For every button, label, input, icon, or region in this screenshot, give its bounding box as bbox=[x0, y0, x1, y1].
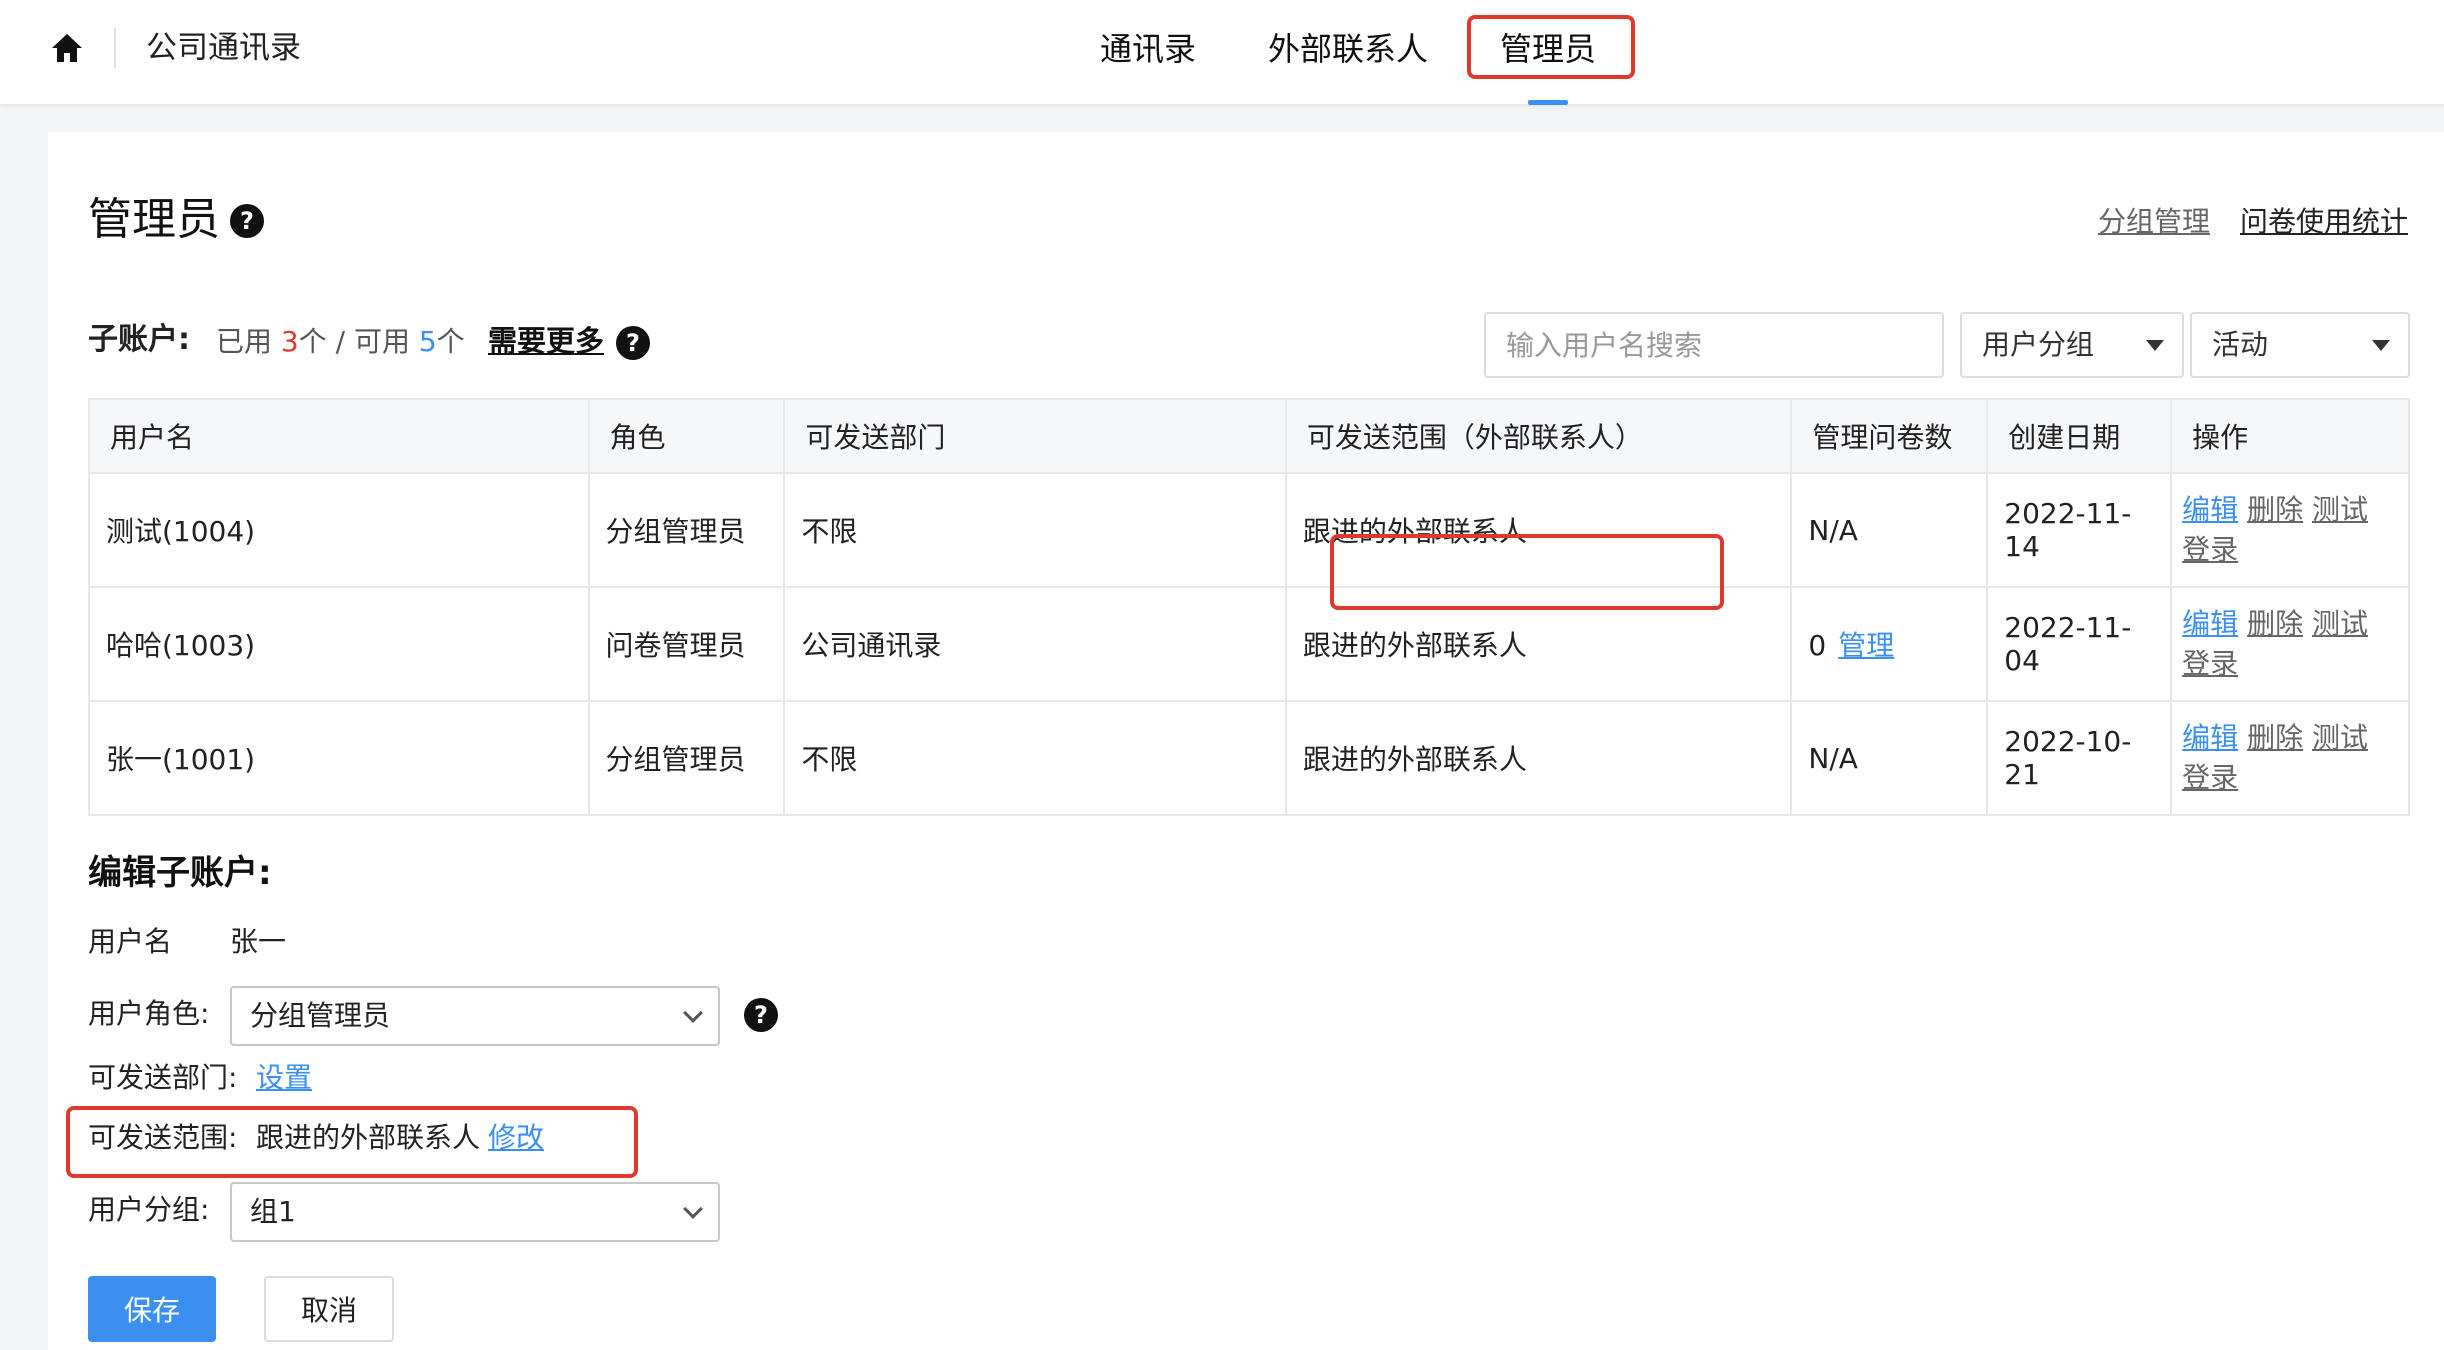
save-button[interactable]: 保存 bbox=[88, 1276, 216, 1342]
username-label: 用户名 bbox=[88, 925, 173, 958]
cell-survey-count: 0 管理 bbox=[1790, 586, 1989, 702]
cell-survey-count: N/A bbox=[1790, 472, 1989, 588]
cell-created-date: 2022-11-04 bbox=[1986, 586, 2173, 702]
column-header-created-date: 创建日期 bbox=[1986, 398, 2173, 474]
column-header-actions: 操作 bbox=[2170, 398, 2410, 474]
cell-actions: 编辑 删除 测试 登录 bbox=[2170, 586, 2410, 702]
table-header-row: 用户名 角色 可发送部门 可发送范围（外部联系人） 管理问卷数 创建日期 操作 bbox=[88, 398, 2410, 474]
cell-role: 分组管理员 bbox=[587, 700, 786, 816]
table-row: 测试(1004) 分组管理员 不限 跟进的外部联系人 N/A 2022-11-1… bbox=[88, 472, 2410, 588]
test-login-link[interactable]: 测试 bbox=[2312, 607, 2368, 640]
user-group-filter-value: 用户分组 bbox=[1982, 328, 2095, 361]
survey-count-value: N/A bbox=[1808, 513, 1858, 547]
chevron-down-icon bbox=[683, 1003, 703, 1023]
need-more-link[interactable]: 需要更多 bbox=[488, 322, 604, 360]
used-count: 3 bbox=[280, 325, 299, 358]
cell-scope: 跟进的外部联系人 bbox=[1284, 700, 1793, 816]
delete-link[interactable]: 删除 bbox=[2247, 721, 2303, 754]
user-group-select[interactable]: 组1 bbox=[230, 1182, 720, 1242]
subaccounts-usage: 已用 3个 / 可用 5个 bbox=[216, 324, 465, 360]
column-header-scope: 可发送范围（外部联系人） bbox=[1284, 398, 1793, 474]
subaccounts-label: 子账户: bbox=[88, 322, 190, 357]
username-value: 张一 bbox=[230, 925, 287, 958]
tab-external-contacts[interactable]: 外部联系人 bbox=[1268, 27, 1428, 71]
column-header-departments: 可发送部门 bbox=[783, 398, 1287, 474]
active-tab-indicator bbox=[1528, 100, 1568, 105]
test-login-link[interactable]: 测试 bbox=[2312, 493, 2368, 526]
column-header-username: 用户名 bbox=[88, 398, 590, 474]
survey-count-value: 0 bbox=[1808, 629, 1827, 662]
subaccounts-table: 用户名 角色 可发送部门 可发送范围（外部联系人） 管理问卷数 创建日期 操作 … bbox=[88, 398, 2410, 816]
usage-used-suffix: 个 / 可用 bbox=[298, 325, 419, 358]
cell-created-date: 2022-11-14 bbox=[1986, 472, 2173, 588]
table-row: 哈哈(1003) 问卷管理员 公司通讯录 跟进的外部联系人 0 管理 2022-1… bbox=[88, 586, 2410, 702]
test-login-link[interactable]: 测试 bbox=[2312, 721, 2368, 754]
test-login-link-cont[interactable]: 登录 bbox=[2182, 533, 2238, 566]
delete-link[interactable]: 删除 bbox=[2247, 607, 2303, 640]
test-login-link-cont[interactable]: 登录 bbox=[2182, 647, 2238, 680]
scope-row-highlight-box bbox=[66, 1106, 638, 1178]
manage-surveys-link[interactable]: 管理 bbox=[1838, 629, 1894, 662]
user-role-select[interactable]: 分组管理员 bbox=[230, 986, 720, 1046]
chevron-down-icon bbox=[683, 1199, 703, 1219]
cell-actions: 编辑 删除 测试 登录 bbox=[2170, 472, 2410, 588]
question-circle-icon[interactable]: ? bbox=[616, 326, 650, 360]
caret-down-icon bbox=[2372, 340, 2390, 351]
column-header-survey-count: 管理问卷数 bbox=[1790, 398, 1989, 474]
survey-count-value: N/A bbox=[1808, 741, 1858, 775]
cell-survey-count: N/A bbox=[1790, 700, 1989, 816]
scope-column-highlight-box bbox=[1330, 534, 1724, 610]
departments-set-link[interactable]: 设置 bbox=[256, 1058, 312, 1098]
edit-link[interactable]: 编辑 bbox=[2182, 607, 2238, 640]
status-filter-value: 活动 bbox=[2212, 328, 2269, 361]
cell-username: 哈哈(1003) bbox=[88, 586, 590, 702]
available-count: 5 bbox=[418, 325, 437, 358]
cell-departments: 不限 bbox=[783, 472, 1287, 588]
usage-used-prefix: 已用 bbox=[216, 325, 281, 358]
cell-created-date: 2022-10-21 bbox=[1986, 700, 2173, 816]
user-group-select-value: 组1 bbox=[250, 1195, 296, 1228]
header-divider bbox=[114, 28, 116, 68]
main-content-card: 管理员 ? 分组管理 问卷使用统计 子账户: 已用 3个 / 可用 5个 需要更… bbox=[48, 132, 2444, 1350]
home-icon[interactable] bbox=[50, 32, 84, 64]
group-management-link[interactable]: 分组管理 bbox=[2098, 204, 2210, 240]
table-row: 张一(1001) 分组管理员 不限 跟进的外部联系人 N/A 2022-10-2… bbox=[88, 700, 2410, 816]
top-navigation-bar: 公司通讯录 通讯录 外部联系人 管理员 bbox=[0, 0, 2444, 105]
user-role-label: 用户角色: bbox=[88, 997, 210, 1030]
cell-username: 测试(1004) bbox=[88, 472, 590, 588]
page-title: 管理员 bbox=[88, 194, 220, 245]
cell-departments: 不限 bbox=[783, 700, 1287, 816]
cell-role: 问卷管理员 bbox=[587, 586, 786, 702]
cell-username: 张一(1001) bbox=[88, 700, 590, 816]
caret-down-icon bbox=[2146, 340, 2164, 351]
survey-stats-link[interactable]: 问卷使用统计 bbox=[2240, 204, 2408, 240]
user-role-select-value: 分组管理员 bbox=[250, 999, 391, 1032]
cell-departments: 公司通讯录 bbox=[783, 586, 1287, 702]
cell-actions: 编辑 删除 测试 登录 bbox=[2170, 700, 2410, 816]
edit-link[interactable]: 编辑 bbox=[2182, 493, 2238, 526]
user-group-label: 用户分组: bbox=[88, 1193, 210, 1226]
edit-link[interactable]: 编辑 bbox=[2182, 721, 2238, 754]
cell-role: 分组管理员 bbox=[587, 472, 786, 588]
question-circle-icon[interactable]: ? bbox=[744, 998, 778, 1032]
usage-available-suffix: 个 bbox=[436, 325, 465, 358]
delete-link[interactable]: 删除 bbox=[2247, 493, 2303, 526]
question-circle-icon[interactable]: ? bbox=[230, 204, 264, 238]
edit-subaccount-title: 编辑子账户: bbox=[88, 853, 272, 893]
username-search-input[interactable] bbox=[1484, 312, 1944, 378]
app-title: 公司通讯录 bbox=[146, 30, 301, 66]
status-filter-select[interactable]: 活动 bbox=[2190, 312, 2410, 378]
active-tab-highlight-box bbox=[1467, 15, 1635, 79]
column-header-role: 角色 bbox=[587, 398, 786, 474]
test-login-link-cont[interactable]: 登录 bbox=[2182, 761, 2238, 794]
user-group-filter-select[interactable]: 用户分组 bbox=[1960, 312, 2184, 378]
cancel-button[interactable]: 取消 bbox=[264, 1276, 394, 1342]
tab-contacts[interactable]: 通讯录 bbox=[1100, 27, 1196, 71]
departments-label: 可发送部门: bbox=[88, 1061, 238, 1094]
